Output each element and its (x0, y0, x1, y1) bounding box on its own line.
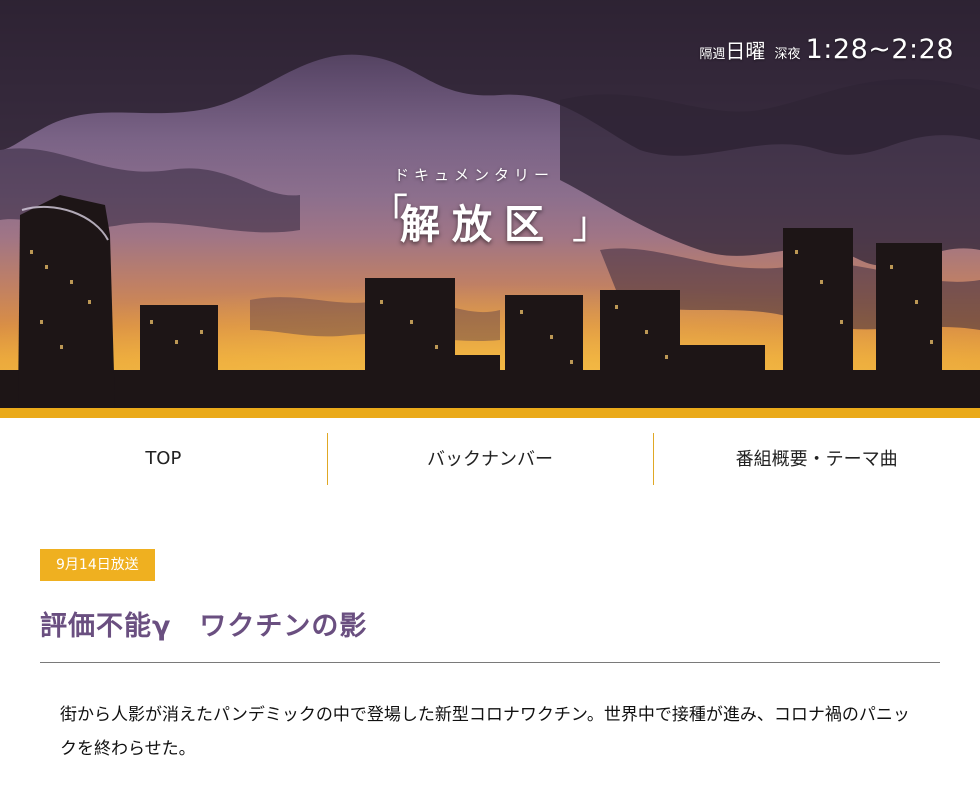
schedule-day: 日曜 (725, 39, 766, 63)
nav-item-program-overview[interactable]: 番組概要・テーマ曲 (653, 418, 980, 498)
airtime-schedule: 隔週日曜 深夜 1:28~2:28 (699, 34, 954, 65)
broadcast-date-badge: 9月14日放送 (40, 549, 155, 581)
nav-item-top[interactable]: TOP (0, 418, 327, 498)
schedule-frequency: 隔週 (699, 47, 726, 62)
episode-title: 評価不能γ ワクチンの影 (40, 611, 368, 642)
logo-title: 解放区 (400, 201, 556, 248)
logo-kana: ドキュメンタリー (394, 166, 555, 184)
episode-description: 街から人影が消えたパンデミックの中で登場した新型コロナワクチン。世界中で接種が進… (60, 705, 910, 759)
schedule-time: 1:28~2:28 (805, 34, 954, 65)
program-logo: ドキュメンタリー 「 解放区 」 (370, 160, 610, 250)
hero-banner: 隔週日曜 深夜 1:28~2:28 ドキュメンタリー 「 解放区 」 (0, 0, 980, 408)
hero-accent-stripe (0, 408, 980, 418)
main-nav: TOP バックナンバー 番組概要・テーマ曲 (0, 418, 980, 498)
title-divider (40, 662, 940, 663)
logo-bracket-close: 」 (571, 203, 610, 247)
schedule-late-night: 深夜 (774, 47, 801, 62)
nav-item-back-numbers[interactable]: バックナンバー (326, 418, 654, 498)
